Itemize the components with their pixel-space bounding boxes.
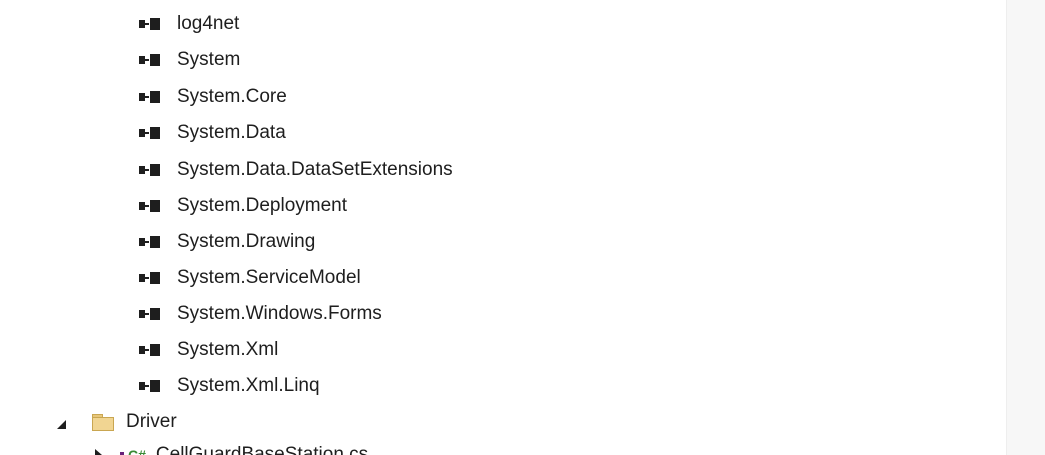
reference-icon xyxy=(139,271,169,285)
reference-item-system-data-datasetextensions[interactable]: System.Data.DataSetExtensions xyxy=(139,155,453,185)
folder-item-driver[interactable]: Driver xyxy=(57,407,177,437)
reference-label: System.Deployment xyxy=(177,195,348,216)
reference-item-system-drawing[interactable]: System.Drawing xyxy=(139,227,315,257)
reference-label: System.Drawing xyxy=(177,231,316,252)
reference-label: System.Core xyxy=(177,86,287,107)
solution-explorer-tree: log4net System System.Core System.Data S… xyxy=(0,0,1007,455)
reference-item-system-xml[interactable]: System.Xml xyxy=(139,335,278,365)
reference-icon xyxy=(139,17,169,31)
reference-label: System.Data xyxy=(177,122,286,143)
reference-icon xyxy=(139,126,169,140)
reference-item-log4net[interactable]: log4net xyxy=(139,9,239,39)
reference-label: System xyxy=(177,49,241,70)
csharp-file-icon: C# xyxy=(120,447,146,455)
reference-item-system[interactable]: System xyxy=(139,45,240,75)
folder-icon xyxy=(92,413,114,431)
reference-item-system-deployment[interactable]: System.Deployment xyxy=(139,191,347,221)
file-item-cellguardbasestation[interactable]: C# CellGuardBaseStation.cs xyxy=(95,440,368,455)
reference-label: System.ServiceModel xyxy=(177,267,361,288)
reference-item-system-core[interactable]: System.Core xyxy=(139,82,287,112)
reference-icon xyxy=(139,199,169,213)
reference-label: log4net xyxy=(177,13,240,34)
expanded-arrow-icon[interactable] xyxy=(57,419,66,429)
reference-icon xyxy=(139,53,169,67)
reference-item-system-xml-linq[interactable]: System.Xml.Linq xyxy=(139,371,320,401)
collapsed-arrow-icon[interactable] xyxy=(95,449,102,455)
reference-label: System.Data.DataSetExtensions xyxy=(177,159,453,180)
reference-item-system-data[interactable]: System.Data xyxy=(139,118,286,148)
file-label: CellGuardBaseStation.cs xyxy=(155,444,369,455)
reference-icon xyxy=(139,235,169,249)
reference-label: System.Xml xyxy=(177,339,279,360)
reference-icon xyxy=(139,343,169,357)
reference-item-system-windows-forms[interactable]: System.Windows.Forms xyxy=(139,299,382,329)
reference-icon xyxy=(139,307,169,321)
reference-label: System.Xml.Linq xyxy=(177,375,320,396)
folder-label: Driver xyxy=(126,411,177,432)
reference-item-system-servicemodel[interactable]: System.ServiceModel xyxy=(139,263,361,293)
panel-edge xyxy=(1006,0,1045,455)
reference-icon xyxy=(139,90,169,104)
reference-icon xyxy=(139,379,169,393)
reference-label: System.Windows.Forms xyxy=(177,303,382,324)
reference-icon xyxy=(139,163,169,177)
